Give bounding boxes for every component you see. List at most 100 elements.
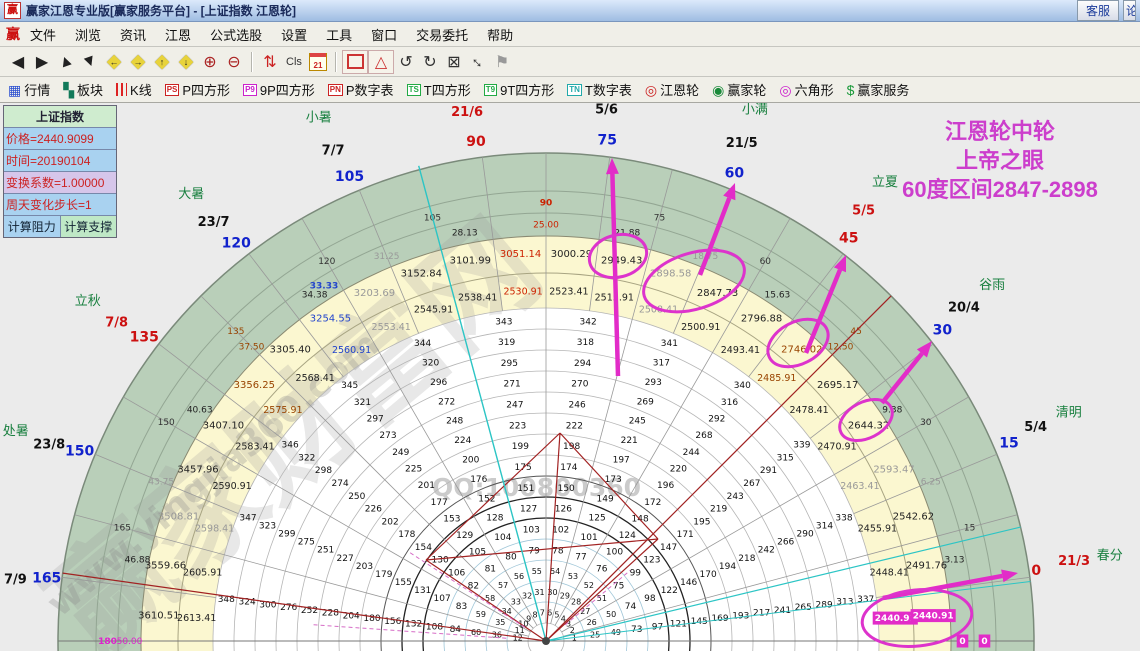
zoom-in-icon[interactable]: ⊕ (198, 51, 222, 73)
menu-item-tools[interactable]: 工具 (326, 25, 352, 44)
svg-text:296: 296 (430, 378, 447, 388)
menu-item-trade[interactable]: 交易委托 (416, 25, 468, 44)
svg-text:298: 298 (315, 466, 332, 476)
rotate-ccw-icon[interactable]: ↺ (394, 51, 418, 73)
next-icon[interactable]: ▶ (30, 51, 54, 73)
menu-item-news[interactable]: 资讯 (120, 25, 146, 44)
svg-text:127: 127 (520, 505, 537, 515)
svg-text:135: 135 (130, 329, 159, 345)
pin-icon[interactable]: ⚑ (490, 51, 514, 73)
sort-icon[interactable]: ⇅ (258, 51, 282, 73)
svg-text:299: 299 (278, 530, 295, 540)
svg-text:179: 179 (375, 570, 392, 580)
svg-text:316: 316 (721, 398, 738, 408)
svg-text:223: 223 (509, 421, 526, 431)
collapse-icon[interactable]: ↔ (466, 49, 490, 72)
cls-icon[interactable]: Cls (282, 51, 306, 73)
menu-item-help[interactable]: 帮助 (487, 25, 513, 44)
calc-resistance-button[interactable]: 计算阻力 (4, 216, 60, 237)
svg-text:243: 243 (727, 492, 744, 502)
menu-item-settings[interactable]: 设置 (281, 25, 307, 44)
prev-icon[interactable]: ◀ (6, 51, 30, 73)
box-x-icon[interactable]: ⊠ (442, 51, 466, 73)
service-icon: $ (846, 81, 855, 98)
svg-text:83: 83 (456, 602, 467, 612)
svg-text:3559.66: 3559.66 (145, 560, 186, 571)
tool-service[interactable]: $ 赢家服务 (847, 80, 910, 99)
svg-text:197: 197 (613, 456, 630, 466)
rect-tool-icon[interactable] (342, 49, 368, 74)
svg-text:2695.17: 2695.17 (817, 380, 858, 391)
svg-text:99: 99 (630, 569, 642, 579)
tool-t-table[interactable]: TN T数字表 (567, 80, 632, 99)
svg-text:322: 322 (298, 454, 315, 464)
tool-p-table[interactable]: PN P数字表 (327, 80, 394, 99)
pan-down-icon[interactable]: ◆ ↓ (174, 51, 198, 73)
svg-text:81: 81 (485, 564, 496, 574)
customer-service-button[interactable]: 客服 (1076, 0, 1119, 21)
svg-text:53: 53 (568, 572, 578, 581)
rotate-cw-icon[interactable]: ↻ (418, 51, 442, 73)
menubar: 赢 文件 浏览 资讯 江恩 公式选股 设置 工具 窗口 交易委托 帮助 (0, 22, 1140, 47)
tool-p-square[interactable]: PS P四方形 (164, 80, 230, 99)
pan-left-icon[interactable]: ◆ ← (102, 51, 126, 73)
tilt-down-icon[interactable]: ▼ (78, 50, 102, 73)
svg-text:小暑: 小暑 (306, 110, 332, 125)
svg-text:244: 244 (683, 448, 700, 458)
menu-item-browse[interactable]: 浏览 (75, 25, 101, 44)
svg-text:265: 265 (795, 603, 812, 613)
svg-text:7/9: 7/9 (4, 573, 27, 588)
zoom-out-icon[interactable]: ⊖ (222, 51, 246, 73)
svg-text:198: 198 (563, 442, 580, 452)
svg-text:272: 272 (438, 397, 455, 407)
svg-text:2613.41: 2613.41 (177, 613, 216, 624)
menu-item-formula-pick[interactable]: 公式选股 (210, 25, 262, 44)
svg-text:29: 29 (560, 591, 570, 600)
svg-text:146: 146 (680, 578, 697, 588)
menu-item-window[interactable]: 窗口 (371, 25, 397, 44)
svg-text:5/5: 5/5 (852, 204, 875, 219)
svg-text:2440.91: 2440.91 (875, 614, 916, 624)
svg-text:79: 79 (528, 546, 540, 556)
tilt-up-icon[interactable]: ▲ (54, 50, 78, 73)
svg-text:21/5: 21/5 (726, 136, 758, 151)
tool-winner-wheel[interactable]: ◉ 赢家轮 (712, 80, 766, 99)
svg-text:大暑: 大暑 (178, 187, 204, 202)
sectors-icon: ▚ (63, 81, 75, 98)
svg-text:小满: 小满 (742, 103, 768, 118)
svg-text:268: 268 (695, 431, 712, 441)
svg-text:28: 28 (571, 598, 581, 607)
tool-9t-square[interactable]: T9 9T四方形 (483, 80, 554, 99)
tool-hexagon[interactable]: ◎ 六角形 (779, 80, 833, 99)
svg-text:105: 105 (335, 169, 364, 185)
step-row: 周天变化步长=1 (4, 194, 116, 216)
forum-button-clipped[interactable]: 论坛 (1123, 0, 1136, 21)
calc-support-button[interactable]: 计算支撑 (59, 216, 116, 237)
tool-sectors[interactable]: ▚ 板块 (63, 80, 103, 99)
menu-item-gann[interactable]: 江恩 (165, 25, 191, 44)
tool-t-square[interactable]: TS T四方形 (406, 80, 471, 99)
svg-text:177: 177 (431, 498, 448, 508)
menu-item-file[interactable]: 文件 (30, 25, 56, 44)
svg-text:248: 248 (446, 417, 463, 427)
svg-text:321: 321 (354, 398, 371, 408)
tool-gann-wheel[interactable]: ◎ 江恩轮 (645, 80, 699, 99)
tool-9p-square[interactable]: P9 9P四方形 (243, 80, 315, 99)
svg-text:90: 90 (466, 134, 486, 150)
price-row: 价格=2440.9099 (4, 128, 116, 150)
calendar-icon[interactable]: 21 (306, 51, 330, 73)
pan-up-icon[interactable]: ◆ ↑ (150, 51, 174, 73)
svg-text:57: 57 (498, 581, 508, 590)
svg-text:3508.81: 3508.81 (158, 511, 199, 522)
svg-text:2500.91: 2500.91 (681, 322, 720, 333)
pan-right-icon[interactable]: ◆ → (126, 51, 150, 73)
tool-kline[interactable]: K线 (116, 80, 152, 99)
app-logo-icon: 赢 (4, 2, 21, 19)
svg-text:25.00: 25.00 (533, 221, 559, 231)
svg-text:124: 124 (619, 531, 636, 541)
triangle-tool-icon[interactable]: △ (368, 49, 394, 74)
svg-text:247: 247 (506, 401, 523, 411)
tool-quotes[interactable]: ▦ 行情 (8, 80, 50, 99)
svg-text:2949.43: 2949.43 (601, 256, 642, 267)
svg-text:43.75: 43.75 (148, 478, 174, 488)
